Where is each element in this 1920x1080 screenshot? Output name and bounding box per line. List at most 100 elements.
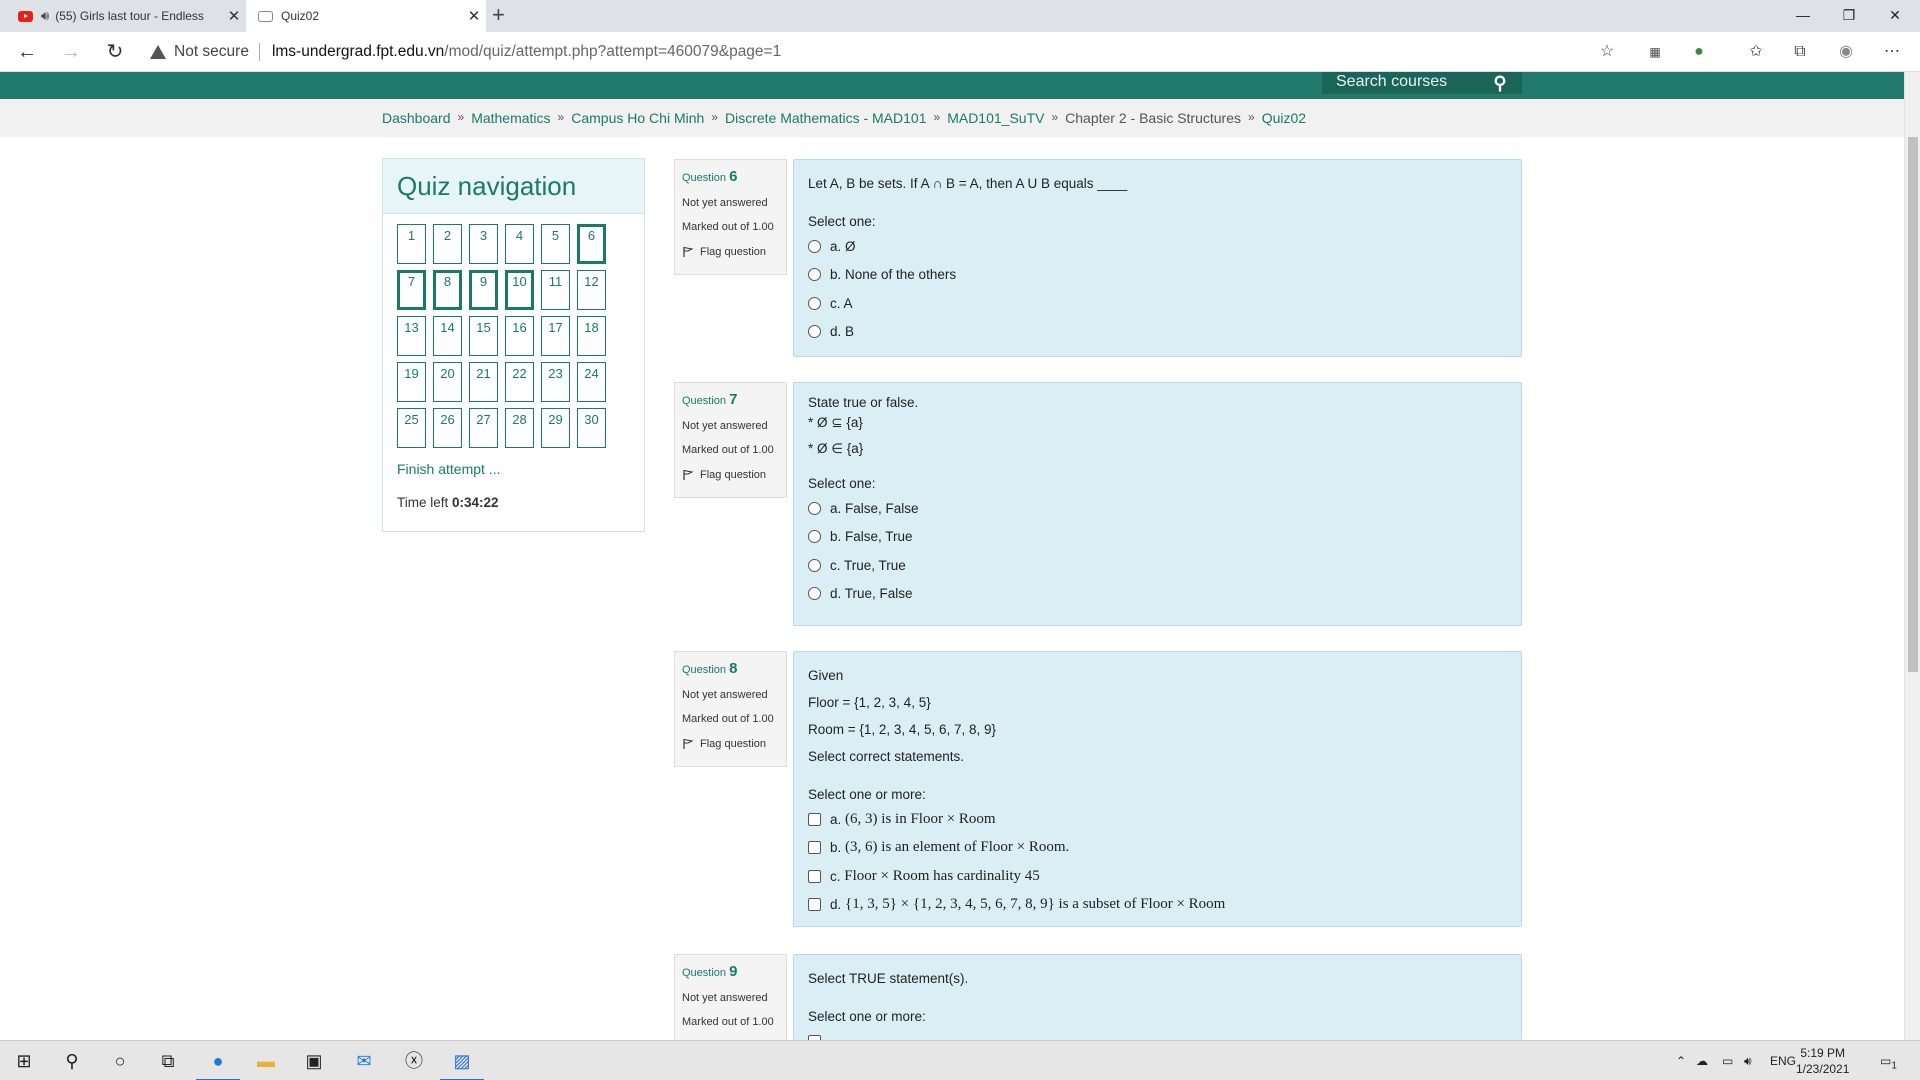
quiz-nav-button[interactable]: 16: [505, 316, 534, 356]
radio-button[interactable]: [808, 501, 821, 515]
quiz-nav-button[interactable]: 27: [469, 408, 498, 448]
search-icon[interactable]: ⚲: [48, 1041, 96, 1080]
answer-option[interactable]: [808, 1027, 1507, 1040]
onedrive-icon[interactable]: ☁: [1696, 1041, 1708, 1080]
quiz-nav-button[interactable]: 1: [397, 224, 426, 264]
restore-button[interactable]: ❐: [1826, 0, 1872, 32]
back-button[interactable]: ←: [12, 38, 42, 66]
option-label[interactable]: b. None of the others: [830, 267, 956, 282]
checkbox[interactable]: [808, 812, 821, 826]
checkbox[interactable]: [808, 841, 821, 855]
language-indicator[interactable]: ENG: [1770, 1041, 1796, 1080]
radio-button[interactable]: [808, 587, 821, 601]
option-label[interactable]: d. B: [830, 324, 854, 339]
flag-question-button[interactable]: Flag question: [682, 738, 779, 750]
quiz-nav-button[interactable]: 8: [433, 270, 462, 310]
quiz-nav-button[interactable]: 2: [433, 224, 462, 264]
breadcrumb-item[interactable]: Quiz02: [1262, 110, 1306, 126]
quiz-nav-button[interactable]: 28: [505, 408, 534, 448]
quiz-nav-button[interactable]: 13: [397, 316, 426, 356]
add-favorite-icon[interactable]: ☆: [1595, 40, 1619, 64]
network-icon[interactable]: ▭: [1722, 1041, 1733, 1080]
browser-tab-quiz[interactable]: Quiz02 ✕: [246, 0, 486, 32]
answer-option[interactable]: d. {1, 3, 5} × {1, 2, 3, 4, 5, 6, 7, 8, …: [808, 891, 1507, 920]
checkbox[interactable]: [808, 869, 821, 883]
radio-button[interactable]: [808, 239, 821, 253]
qr-extension-icon[interactable]: ▦: [1643, 40, 1667, 64]
radio-button[interactable]: [808, 325, 821, 339]
quiz-nav-button[interactable]: 3: [469, 224, 498, 264]
answer-option[interactable]: a. Ø: [808, 232, 1507, 261]
search-icon[interactable]: ⚲: [1478, 72, 1522, 94]
page-scrollbar[interactable]: [1904, 72, 1920, 1040]
option-label[interactable]: Floor × Room has cardinality 45: [844, 868, 1040, 885]
extension-icon[interactable]: ●: [1687, 40, 1711, 64]
url-field[interactable]: Not secure lms-undergrad.fpt.edu.vn/mod/…: [150, 36, 1600, 68]
radio-button[interactable]: [808, 268, 821, 282]
new-tab-button[interactable]: +: [492, 2, 505, 28]
photos-icon[interactable]: ▨: [438, 1041, 486, 1080]
option-label[interactable]: d. True, False: [830, 586, 913, 601]
checkbox[interactable]: [808, 898, 821, 912]
flag-question-button[interactable]: Flag question: [682, 469, 779, 481]
option-letter[interactable]: c.: [830, 869, 841, 884]
option-label[interactable]: a. Ø: [830, 239, 856, 254]
option-label[interactable]: a. False, False: [830, 501, 919, 516]
show-hidden-icons[interactable]: ⌃: [1676, 1041, 1686, 1080]
answer-option[interactable]: b. None of the others: [808, 261, 1507, 290]
finish-attempt-link[interactable]: Finish attempt ...: [397, 461, 500, 477]
quiz-nav-button[interactable]: 7: [397, 270, 426, 310]
collections-icon[interactable]: ⧉: [1788, 40, 1812, 64]
option-label[interactable]: c. True, True: [830, 558, 906, 573]
flag-question-button[interactable]: Flag question: [682, 246, 779, 258]
clock[interactable]: 5:19 PM 1/23/2021: [1796, 1045, 1849, 1077]
breadcrumb-item[interactable]: Discrete Mathematics - MAD101: [725, 110, 927, 126]
forward-button[interactable]: →: [56, 38, 86, 66]
file-explorer-icon[interactable]: ▬: [242, 1041, 290, 1080]
quiz-nav-button[interactable]: 12: [577, 270, 606, 310]
windows-start-icon[interactable]: ⊞: [0, 1041, 48, 1080]
quiz-nav-button[interactable]: 18: [577, 316, 606, 356]
quiz-nav-button[interactable]: 23: [541, 362, 570, 402]
answer-option[interactable]: d. B: [808, 318, 1507, 347]
close-tab-icon[interactable]: ✕: [222, 7, 246, 25]
quiz-nav-button[interactable]: 29: [541, 408, 570, 448]
radio-button[interactable]: [808, 530, 821, 544]
answer-option[interactable]: d. True, False: [808, 580, 1507, 609]
quiz-nav-button[interactable]: 17: [541, 316, 570, 356]
notifications-icon[interactable]: ▭1: [1880, 1041, 1897, 1080]
settings-menu-icon[interactable]: ⋯: [1880, 40, 1904, 64]
breadcrumb-item[interactable]: Mathematics: [471, 110, 550, 126]
answer-option[interactable]: b. (3, 6) is an element of Floor × Room.: [808, 834, 1507, 863]
option-letter[interactable]: d.: [830, 897, 841, 912]
quiz-nav-button[interactable]: 10: [505, 270, 534, 310]
option-letter[interactable]: b.: [830, 840, 841, 855]
scrollbar-thumb[interactable]: [1908, 137, 1918, 672]
breadcrumb-item[interactable]: Campus Ho Chi Minh: [571, 110, 704, 126]
breadcrumb-item[interactable]: Dashboard: [382, 110, 451, 126]
answer-option[interactable]: a. False, False: [808, 494, 1507, 523]
radio-button[interactable]: [808, 296, 821, 310]
minimize-button[interactable]: —: [1780, 0, 1826, 32]
quiz-nav-button[interactable]: 11: [541, 270, 570, 310]
quiz-nav-button[interactable]: 24: [577, 362, 606, 402]
speaker-icon[interactable]: 🔊︎: [41, 8, 49, 24]
quiz-nav-button[interactable]: 5: [541, 224, 570, 264]
volume-icon[interactable]: 🔊︎: [1744, 1041, 1752, 1080]
quiz-nav-button[interactable]: 15: [469, 316, 498, 356]
quiz-nav-button[interactable]: 30: [577, 408, 606, 448]
quiz-nav-button[interactable]: 25: [397, 408, 426, 448]
close-window-button[interactable]: ✕: [1872, 0, 1918, 32]
option-label[interactable]: (3, 6) is an element of Floor × Room.: [845, 839, 1069, 856]
task-view-icon[interactable]: ⧉: [144, 1041, 192, 1080]
answer-option[interactable]: c. A: [808, 289, 1507, 318]
quiz-nav-button[interactable]: 20: [433, 362, 462, 402]
answer-option[interactable]: c. True, True: [808, 551, 1507, 580]
option-label[interactable]: {1, 3, 5} × {1, 2, 3, 4, 5, 6, 7, 8, 9} …: [845, 896, 1225, 913]
answer-option[interactable]: a. (6, 3) is in Floor × Room: [808, 805, 1507, 834]
quiz-nav-button[interactable]: 4: [505, 224, 534, 264]
quiz-nav-button[interactable]: 22: [505, 362, 534, 402]
answer-option[interactable]: c. Floor × Room has cardinality 45: [808, 862, 1507, 891]
profile-avatar[interactable]: ◉: [1834, 40, 1858, 64]
quiz-nav-button[interactable]: 9: [469, 270, 498, 310]
